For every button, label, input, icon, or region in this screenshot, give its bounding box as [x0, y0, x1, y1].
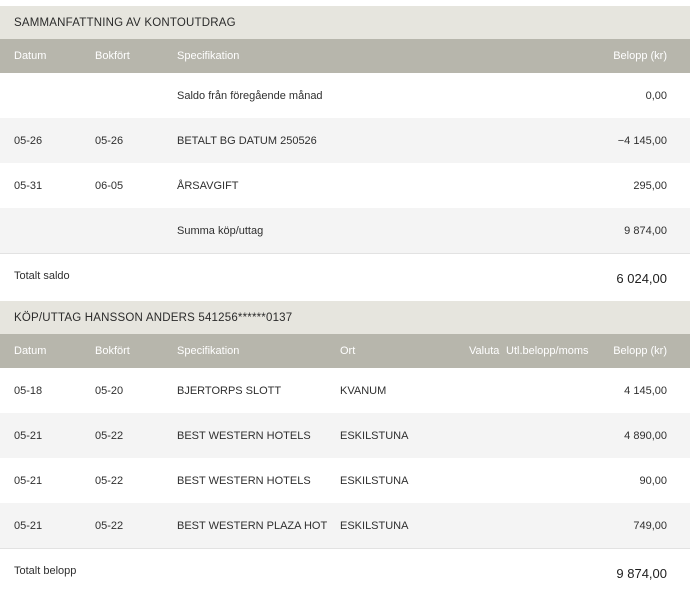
summary-row-spec: Summa köp/uttag	[177, 224, 264, 237]
statement-page: SAMMANFATTNING AV KONTOUTDRAG Datum Bokf…	[0, 0, 690, 596]
purchase-row-booked: 05-20	[95, 384, 124, 397]
purchase-row-date: 05-21	[14, 429, 43, 442]
purchases-header-place: Ort	[340, 345, 356, 357]
purchases-total-row: Totalt belopp 9 874,00	[0, 548, 690, 596]
purchase-row-amount: 749,00	[633, 519, 667, 532]
summary-header-booked: Bokfört	[95, 50, 130, 62]
summary-row-amount: 295,00	[633, 179, 667, 192]
purchases-header-date: Datum	[14, 345, 47, 357]
summary-row-amount: 0,00	[645, 89, 667, 102]
purchase-row-date: 05-18	[14, 384, 43, 397]
summary-row-spec: ÅRSAVGIFT	[177, 179, 239, 192]
summary-row-booked: 06-05	[95, 179, 124, 192]
purchase-row-spec: BJERTORPS SLOTT	[177, 384, 282, 397]
summary-total-row: Totalt saldo 6 024,00	[0, 253, 690, 301]
summary-row-amount: −4 145,00	[617, 134, 667, 147]
purchase-row: 05-21 05-22 BEST WESTERN HOTELS ESKILSTU…	[0, 458, 690, 503]
purchase-row-date: 05-21	[14, 474, 43, 487]
summary-total-label: Totalt saldo	[14, 270, 70, 282]
purchase-row-booked: 05-22	[95, 429, 124, 442]
purchase-row: 05-18 05-20 BJERTORPS SLOTT KVANUM 4 145…	[0, 368, 690, 413]
purchase-row-booked: 05-22	[95, 474, 124, 487]
purchases-header-spec: Specifikation	[177, 345, 240, 357]
summary-row: 05-26 05-26 BETALT BG DATUM 250526 −4 14…	[0, 118, 690, 163]
purchases-section-title: KÖP/UTTAG HANSSON ANDERS 541256******013…	[0, 301, 690, 334]
purchase-row-spec: BEST WESTERN PLAZA HOT	[177, 519, 328, 532]
purchase-row-amount: 4 890,00	[624, 429, 667, 442]
summary-row-spec: Saldo från föregående månad	[177, 89, 323, 102]
purchases-header-currency: Valuta	[469, 345, 500, 357]
purchases-header-booked: Bokfört	[95, 345, 130, 357]
summary-row-booked: 05-26	[95, 134, 124, 147]
summary-row-date: 05-26	[14, 134, 43, 147]
summary-row-spec: BETALT BG DATUM 250526	[177, 134, 317, 147]
purchase-row-place: KVANUM	[340, 384, 387, 397]
purchases-header-amount: Belopp (kr)	[613, 345, 667, 357]
purchases-total-label: Totalt belopp	[14, 565, 77, 577]
purchase-row-spec: BEST WESTERN HOTELS	[177, 429, 311, 442]
purchase-row-place: ESKILSTUNA	[340, 474, 409, 487]
purchase-row-amount: 4 145,00	[624, 384, 667, 397]
summary-header-amount: Belopp (kr)	[613, 50, 667, 62]
purchase-row-spec: BEST WESTERN HOTELS	[177, 474, 311, 487]
purchase-row-booked: 05-22	[95, 519, 124, 532]
purchase-row-date: 05-21	[14, 519, 43, 532]
summary-section-title: SAMMANFATTNING AV KONTOUTDRAG	[0, 6, 690, 39]
summary-row: 05-31 06-05 ÅRSAVGIFT 295,00	[0, 163, 690, 208]
summary-header-row: Datum Bokfört Specifikation Belopp (kr)	[0, 39, 690, 73]
summary-total-value: 6 024,00	[616, 271, 667, 286]
purchases-header-row: Datum Bokfört Specifikation Ort Valuta U…	[0, 334, 690, 368]
summary-header-date: Datum	[14, 50, 47, 62]
purchases-total-value: 9 874,00	[616, 566, 667, 581]
summary-row: Summa köp/uttag 9 874,00	[0, 208, 690, 253]
purchase-row-amount: 90,00	[639, 474, 667, 487]
summary-row: Saldo från föregående månad 0,00	[0, 73, 690, 118]
summary-header-spec: Specifikation	[177, 50, 240, 62]
summary-row-date: 05-31	[14, 179, 43, 192]
summary-row-amount: 9 874,00	[624, 224, 667, 237]
purchase-row-place: ESKILSTUNA	[340, 429, 409, 442]
purchase-row: 05-21 05-22 BEST WESTERN PLAZA HOT ESKIL…	[0, 503, 690, 548]
purchase-row-place: ESKILSTUNA	[340, 519, 409, 532]
purchase-row: 05-21 05-22 BEST WESTERN HOTELS ESKILSTU…	[0, 413, 690, 458]
purchases-header-foreign: Utl.belopp/moms	[506, 345, 589, 357]
